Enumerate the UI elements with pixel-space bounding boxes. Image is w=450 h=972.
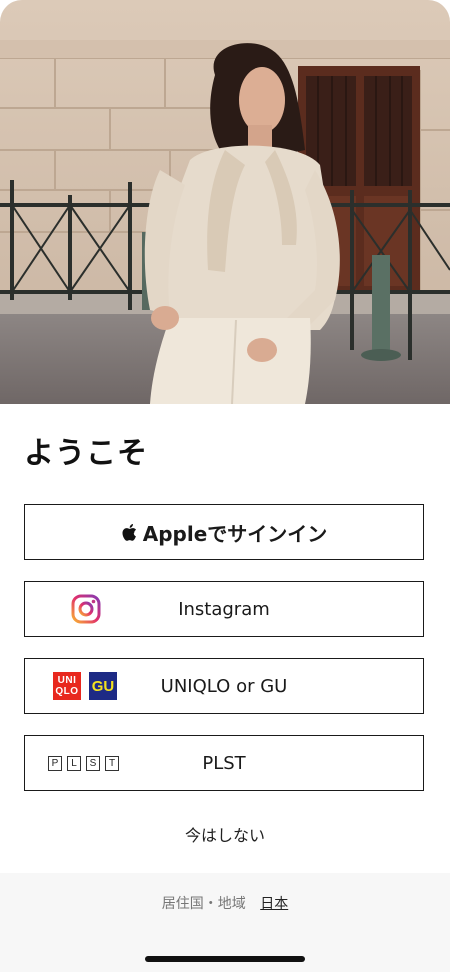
hero-image [0,0,450,404]
apple-icon [122,523,136,541]
apple-signin-button[interactable]: Appleでサインイン [24,504,424,560]
region-selector: 居住国・地域 日本 [0,893,450,913]
plst-login-button[interactable]: P L S T PLST [24,735,424,791]
welcome-title: ようこそ [24,436,148,471]
uniqlo-logo: UNI QLO [53,672,81,700]
uniqlo-gu-label: UNIQLO or GU [160,675,288,697]
plst-label: PLST [202,752,246,774]
home-indicator [145,956,305,962]
instagram-label: Instagram [178,598,270,620]
region-label: 居住国・地域 [161,896,246,912]
region-value-link[interactable]: 日本 [260,896,288,912]
instagram-icon [71,594,101,624]
skip-link[interactable]: 今はしない [0,822,450,846]
plst-logo: P L S T [48,755,119,771]
gu-logo: GU [89,672,117,700]
uniqlo-gu-login-button[interactable]: UNI QLO GU UNIQLO or GU [24,658,424,714]
instagram-login-button[interactable]: Instagram [24,581,424,637]
apple-signin-label: Appleでサインイン [142,521,328,546]
